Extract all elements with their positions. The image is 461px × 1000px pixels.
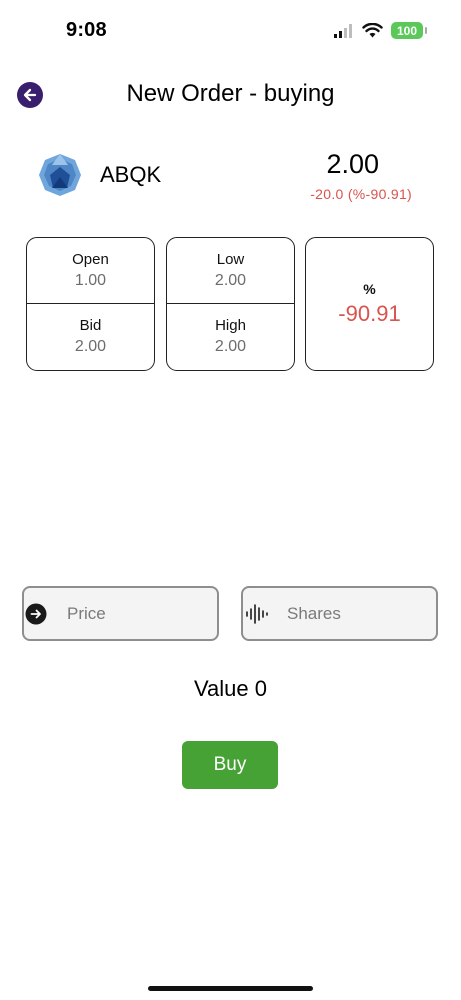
shares-input[interactable]: [285, 602, 409, 625]
stock-price: 2.00: [326, 149, 379, 179]
shares-field[interactable]: [241, 586, 438, 641]
low-high-card: Low 2.00 High 2.00: [166, 237, 295, 371]
bid-label: Bid: [79, 317, 102, 334]
bid-cell: Bid 2.00: [27, 303, 154, 370]
order-value: Value 0: [194, 676, 267, 701]
page-title: New Order - buying: [126, 80, 335, 107]
stock-change: -20.0 (%-90.91): [310, 186, 412, 202]
stock-ticker: ABQK: [100, 162, 162, 187]
price-field[interactable]: [22, 586, 219, 641]
status-time: 9:08: [66, 19, 107, 41]
battery-level: 100: [396, 23, 418, 38]
open-bid-card: Open 1.00 Bid 2.00: [26, 237, 155, 371]
arrow-circle-icon: [25, 603, 47, 624]
percent-value: -90.91: [338, 301, 401, 326]
high-value: 2.00: [214, 338, 247, 355]
buy-button[interactable]: Buy: [182, 741, 278, 789]
status-icons: 100: [334, 22, 427, 39]
bid-value: 2.00: [74, 338, 107, 355]
low-value: 2.00: [214, 272, 247, 289]
stock-logo-icon: [39, 154, 81, 196]
percent-label: %: [363, 281, 376, 297]
wifi-icon: [362, 23, 383, 38]
low-cell: Low 2.00: [167, 238, 294, 304]
battery-icon: 100: [391, 22, 427, 39]
open-value: 1.00: [74, 272, 107, 289]
waveform-icon: [246, 603, 268, 624]
price-input[interactable]: [65, 602, 189, 625]
low-label: Low: [216, 251, 245, 268]
open-label: Open: [72, 251, 109, 268]
open-cell: Open 1.00: [27, 238, 154, 304]
cellular-signal-icon: [334, 23, 352, 38]
percent-card: % -90.91: [305, 237, 434, 371]
home-indicator[interactable]: [148, 986, 313, 991]
high-label: High: [215, 317, 246, 334]
high-cell: High 2.00: [167, 303, 294, 370]
